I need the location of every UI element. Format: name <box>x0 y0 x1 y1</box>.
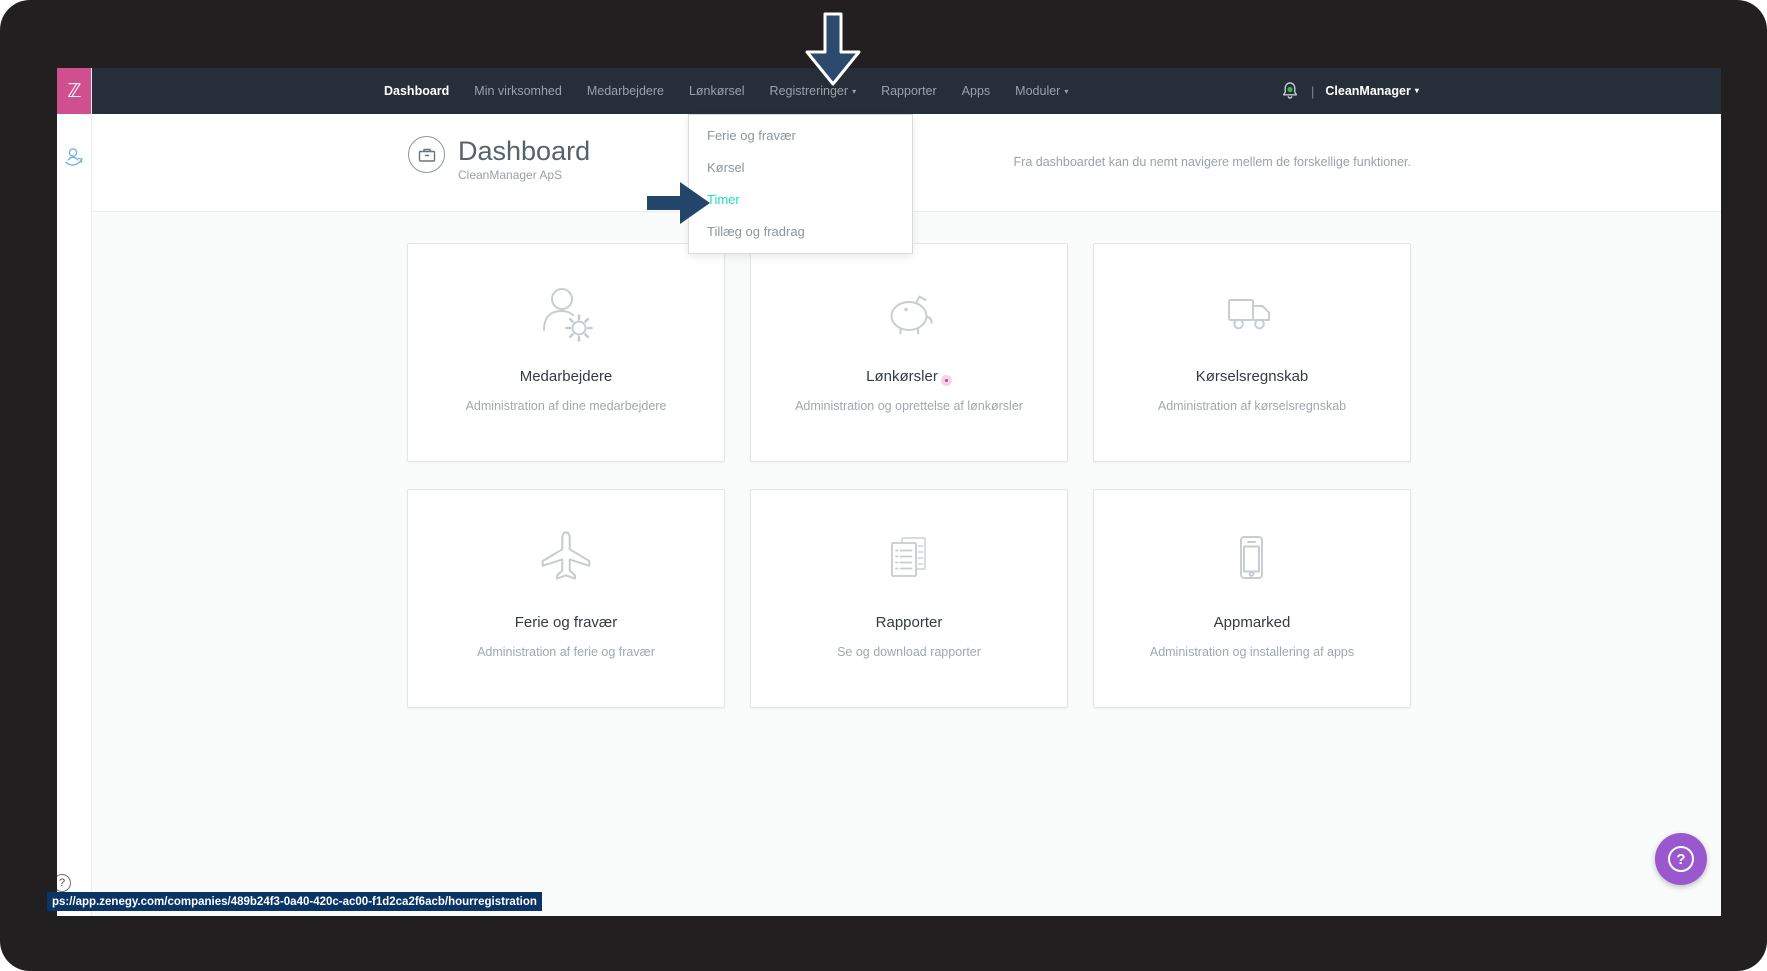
nav-item-rapporter[interactable]: Rapporter <box>881 84 937 98</box>
card-title: Lønkørsler <box>866 368 938 385</box>
briefcase-icon <box>408 136 445 173</box>
card-subtitle: Se og download rapporter <box>837 645 981 659</box>
truck-icon <box>1094 280 1410 350</box>
app-window: ℤ ? Dashboard Min virksomhed Medarbejder… <box>57 68 1721 916</box>
card-korselsregnskab[interactable]: Kørselsregnskab Administration af kørsel… <box>1093 243 1411 462</box>
card-ferie-og-fravaer[interactable]: Ferie og fravær Administration af ferie … <box>407 489 725 708</box>
nav-item-medarbejdere[interactable]: Medarbejdere <box>587 84 664 98</box>
nav-item-apps[interactable]: Apps <box>962 84 991 98</box>
airplane-icon <box>408 526 724 596</box>
card-subtitle: Administration af dine medarbejdere <box>465 399 667 413</box>
nav-item-lonkorsel[interactable]: Lønkørsel <box>689 84 745 98</box>
dropdown-item-ferie-og-fravaer[interactable]: Ferie og fravær <box>689 120 912 152</box>
page-title: Dashboard <box>458 136 591 166</box>
notification-dot <box>1287 86 1293 93</box>
help-button[interactable]: ? <box>1655 833 1707 885</box>
screenshot-frame: ℤ ? Dashboard Min virksomhed Medarbejder… <box>0 0 1767 971</box>
sidebar: ℤ ? <box>57 68 92 916</box>
zenegy-logo[interactable]: ℤ <box>57 68 91 114</box>
card-title: Medarbejdere <box>519 368 613 385</box>
status-bar-url: ps://app.zenegy.com/companies/489b24f3-0… <box>47 892 542 911</box>
nav-item-label: Moduler <box>1015 84 1061 98</box>
dropdown-item-tillaeg-og-fradrag[interactable]: Tillæg og fradrag <box>689 216 912 248</box>
dropdown-item-korsel[interactable]: Kørsel <box>689 152 912 184</box>
top-navbar: Dashboard Min virksomhed Medarbejdere Lø… <box>92 68 1721 114</box>
navbar-right-group: | CleanManager ▾ <box>1280 68 1419 114</box>
sidebar-help-glyph: ? <box>58 877 66 889</box>
card-rapporter[interactable]: Rapporter Se og download rapporter <box>750 489 1068 708</box>
question-mark-icon: ? <box>1668 846 1694 872</box>
pointer-arrow-down-icon <box>805 12 861 86</box>
nav-item-min-virksomhed[interactable]: Min virksomhed <box>474 84 562 98</box>
card-lonkorsler[interactable]: Lønkørsler Administration og oprettelse … <box>750 243 1068 462</box>
sidebar-help-icon[interactable]: ? <box>57 874 71 892</box>
card-title: Kørselsregnskab <box>1195 368 1309 385</box>
card-subtitle: Administration af kørselsregnskab <box>1157 399 1347 413</box>
zenegy-logo-glyph: ℤ <box>67 80 82 102</box>
chevron-down-icon: ▾ <box>1064 87 1069 96</box>
user-menu-label: CleanManager <box>1325 84 1411 98</box>
content-area: Medarbejdere Administration af dine meda… <box>92 212 1721 916</box>
card-title: Rapporter <box>875 614 943 631</box>
dropdown-item-timer[interactable]: Timer <box>689 184 912 216</box>
main-nav: Dashboard Min virksomhed Medarbejdere Lø… <box>384 68 1068 114</box>
card-title: Appmarked <box>1213 614 1291 631</box>
title-block: Dashboard CleanManager ApS <box>408 136 590 182</box>
notification-badge <box>940 375 952 386</box>
nav-item-moduler[interactable]: Moduler ▾ <box>1015 84 1068 98</box>
company-name: CleanManager ApS <box>458 168 563 182</box>
documents-icon <box>751 526 1067 596</box>
piggy-bank-icon <box>751 280 1067 350</box>
user-menu[interactable]: CleanManager ▾ <box>1325 84 1418 98</box>
dashboard-cards: Medarbejdere Administration af dine meda… <box>407 243 1411 708</box>
pointer-arrow-right-icon <box>647 182 710 224</box>
navbar-separator: | <box>1311 83 1315 99</box>
chevron-down-icon: ▾ <box>1414 85 1419 95</box>
nav-item-dashboard[interactable]: Dashboard <box>384 84 449 98</box>
smartphone-icon <box>1094 526 1410 596</box>
card-medarbejdere[interactable]: Medarbejdere Administration af dine meda… <box>407 243 725 462</box>
card-subtitle: Administration og oprettelse af lønkørsl… <box>795 399 1023 413</box>
card-subtitle: Administration og installering af apps <box>1149 645 1355 659</box>
referral-icon[interactable] <box>63 146 85 168</box>
chevron-down-icon: ▾ <box>852 87 857 96</box>
card-title: Ferie og fravær <box>514 614 618 631</box>
notifications-bell-icon[interactable] <box>1280 80 1300 102</box>
employee-gear-icon <box>408 280 724 350</box>
card-appmarked[interactable]: Appmarked Administration og installering… <box>1093 489 1411 708</box>
registreringer-dropdown: Ferie og fravær Kørsel Timer Tillæg og f… <box>688 114 913 254</box>
card-subtitle: Administration af ferie og fravær <box>477 645 655 659</box>
page-description: Fra dashboardet kan du nemt navigere mel… <box>1013 155 1411 169</box>
